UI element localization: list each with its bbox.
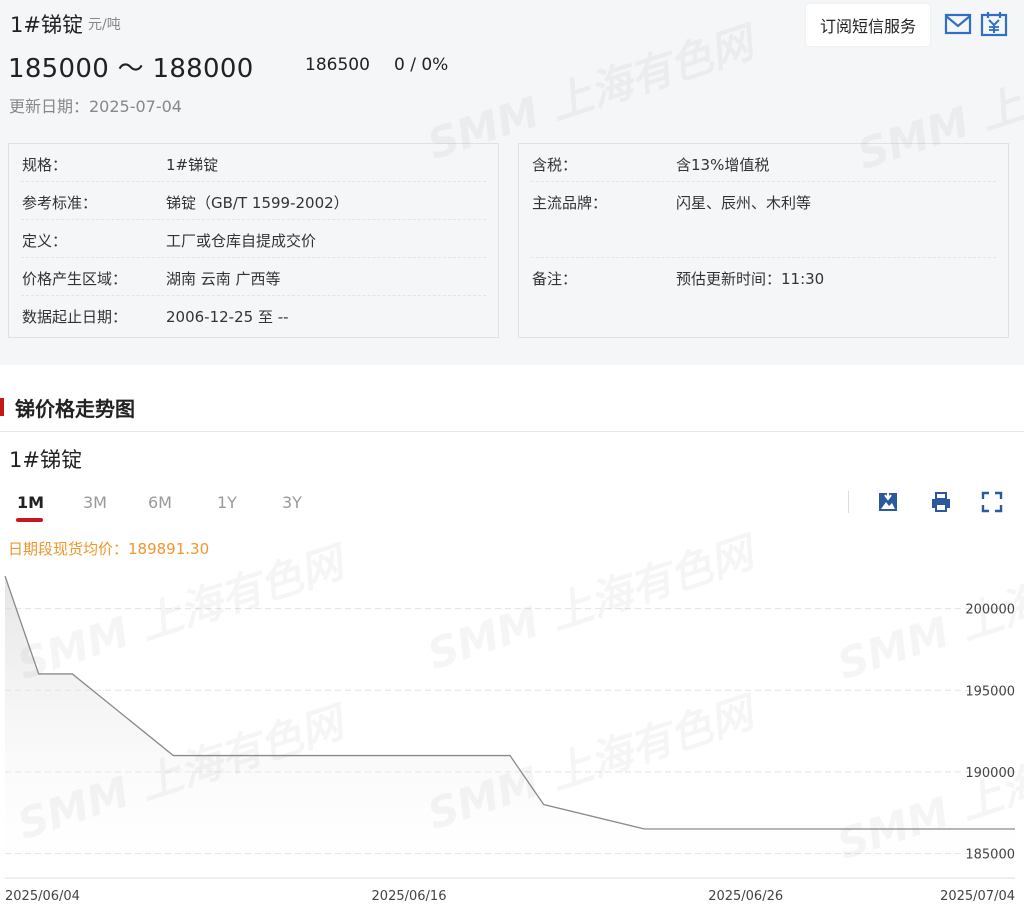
- info-row: 含税： 含13%增值税: [531, 144, 996, 182]
- price-change: 0 / 0%: [394, 55, 449, 75]
- data-point[interactable]: [946, 827, 950, 831]
- data-point[interactable]: [37, 672, 41, 676]
- price-trend-chart: 185000 190000 195000 200000 2025/06/04 2025/0…: [3, 574, 1017, 904]
- info-value: 预估更新时间：11:30: [676, 270, 825, 288]
- info-value: 1#锑锭: [166, 156, 219, 174]
- info-row: 价格产生区域： 湖南 云南 广西等: [21, 258, 486, 296]
- info-row: 定义： 工厂或仓库自提成交价: [21, 220, 486, 258]
- info-key: 参考标准：: [22, 194, 98, 212]
- data-point[interactable]: [407, 754, 411, 758]
- x-tick-label: 2025/06/26: [708, 889, 783, 904]
- spec-info-card: 规格： 1#锑锭 参考标准： 锑锭（GB/T 1599-2002） 定义： 工厂…: [8, 143, 499, 338]
- y-tick-label: 195000: [965, 684, 1015, 699]
- info-key: 价格产生区域：: [22, 270, 128, 288]
- price-header-panel: 1#锑锭 元/吨 185000 ～ 188000 186500 0 / 0% 更…: [0, 0, 1024, 365]
- tab-3m[interactable]: 3M: [83, 493, 107, 512]
- data-point[interactable]: [171, 754, 175, 758]
- yen-calendar-icon[interactable]: [980, 11, 1008, 37]
- active-tab-indicator: [16, 518, 43, 522]
- data-point[interactable]: [474, 754, 478, 758]
- info-key: 备注：: [532, 270, 578, 288]
- info-row: 备注： 预估更新时间：11:30: [531, 258, 996, 296]
- section-accent-bar: [0, 398, 4, 416]
- product-title: 1#锑锭: [10, 13, 83, 37]
- data-point[interactable]: [676, 827, 680, 831]
- data-point[interactable]: [979, 827, 983, 831]
- info-row: 参考标准： 锑锭（GB/T 1599-2002）: [21, 182, 486, 220]
- info-key: 含税：: [532, 156, 578, 174]
- info-row: 数据起止日期： 2006-12-25 至 --: [21, 296, 486, 334]
- y-tick-label: 200000: [965, 603, 1015, 618]
- update-date: 更新日期：2025-07-04: [9, 97, 182, 116]
- data-point[interactable]: [205, 754, 209, 758]
- mail-icon[interactable]: [944, 11, 972, 37]
- download-image-icon[interactable]: [876, 490, 900, 514]
- data-point[interactable]: [306, 754, 310, 758]
- period-average-price: 日期段现货均价：189891.30: [8, 540, 210, 558]
- tab-6m[interactable]: 6M: [148, 493, 172, 512]
- y-tick-label: 190000: [965, 766, 1015, 781]
- info-key: 规格：: [22, 156, 68, 174]
- data-point[interactable]: [239, 754, 243, 758]
- data-point[interactable]: [710, 827, 714, 831]
- price-range: 185000 ～ 188000: [8, 54, 254, 84]
- x-tick-label: 2025/07/04: [940, 889, 1015, 904]
- info-value: 闪星、辰州、木利等: [676, 194, 812, 212]
- chart-title: 1#锑锭: [9, 448, 82, 472]
- info-key: 定义：: [22, 232, 68, 250]
- x-tick-label: 2025/06/16: [372, 889, 447, 904]
- tax-info-card: 含税： 含13%增值税 主流品牌： 闪星、辰州、木利等 备注： 预估更新时间：1…: [518, 143, 1009, 338]
- section-header: 锑价格走势图: [0, 385, 1024, 432]
- x-tick-label: 2025/06/04: [5, 889, 80, 904]
- section-title: 锑价格走势图: [15, 397, 135, 421]
- toolbar-divider: [848, 491, 849, 513]
- info-row: 主流品牌： 闪星、辰州、木利等: [531, 182, 996, 258]
- series-area: [5, 576, 1015, 878]
- info-key: 数据起止日期：: [22, 308, 128, 326]
- info-value: 锑锭（GB/T 1599-2002）: [166, 194, 349, 212]
- data-point[interactable]: [912, 827, 916, 831]
- data-point[interactable]: [643, 827, 647, 831]
- print-icon[interactable]: [929, 490, 953, 514]
- data-point[interactable]: [878, 827, 882, 831]
- data-point[interactable]: [542, 803, 546, 807]
- info-value: 2006-12-25 至 --: [166, 308, 289, 326]
- data-point[interactable]: [272, 754, 276, 758]
- info-key: 主流品牌：: [532, 194, 608, 212]
- data-point[interactable]: [3, 574, 7, 578]
- info-row: 规格： 1#锑锭: [21, 144, 486, 182]
- data-point[interactable]: [1013, 827, 1017, 831]
- info-value: 工厂或仓库自提成交价: [166, 232, 317, 250]
- data-point[interactable]: [508, 754, 512, 758]
- data-point[interactable]: [744, 827, 748, 831]
- subscribe-sms-button[interactable]: 订阅短信服务: [806, 4, 930, 46]
- data-point[interactable]: [441, 754, 445, 758]
- data-point[interactable]: [777, 827, 781, 831]
- info-value: 湖南 云南 广西等: [166, 270, 281, 288]
- mid-price: 186500: [305, 55, 370, 75]
- tab-3y[interactable]: 3Y: [282, 493, 302, 512]
- price-unit: 元/吨: [88, 17, 121, 33]
- fullscreen-icon[interactable]: [980, 490, 1004, 514]
- info-value: 含13%增值税: [676, 156, 770, 174]
- tab-1y[interactable]: 1Y: [217, 493, 237, 512]
- data-point[interactable]: [70, 672, 74, 676]
- y-tick-label: 185000: [965, 848, 1015, 863]
- tab-1m[interactable]: 1M: [17, 493, 44, 512]
